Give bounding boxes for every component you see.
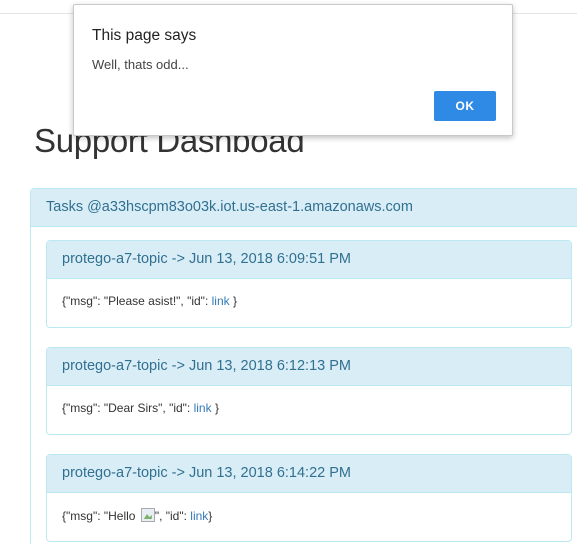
- tasks-panel-heading: Tasks @a33hscpm83o03k.iot.us-east-1.amaz…: [31, 189, 577, 227]
- task-body-text: ", "id":: [154, 509, 191, 523]
- task-body-text: }: [208, 509, 213, 523]
- task-body-text: {"msg": "Dear Sirs", "id":: [62, 401, 194, 415]
- task-heading: protego-a7-topic -> Jun 13, 2018 6:12:13…: [47, 348, 571, 386]
- task-body: {"msg": "Hello ", "id": link}: [47, 493, 571, 523]
- task-body: {"msg": "Please asist!", "id": link }: [47, 279, 571, 308]
- task-body: {"msg": "Dear Sirs", "id": link }: [47, 386, 571, 415]
- task-body-text: }: [229, 294, 237, 308]
- alert-dialog: This page says Well, thats odd... OK: [73, 4, 513, 136]
- dialog-title: This page says: [92, 27, 197, 44]
- task-link[interactable]: link: [194, 401, 212, 415]
- task-item: protego-a7-topic -> Jun 13, 2018 6:09:51…: [46, 240, 572, 328]
- ok-button[interactable]: OK: [434, 91, 496, 121]
- task-heading: protego-a7-topic -> Jun 13, 2018 6:14:22…: [47, 455, 571, 493]
- task-body-text: }: [211, 401, 219, 415]
- task-item: protego-a7-topic -> Jun 13, 2018 6:12:13…: [46, 347, 572, 435]
- dialog-message: Well, thats odd...: [92, 57, 189, 72]
- task-item: protego-a7-topic -> Jun 13, 2018 6:14:22…: [46, 454, 572, 542]
- broken-image-icon: [140, 508, 155, 522]
- task-body-text: {"msg": "Please asist!", "id":: [62, 294, 212, 308]
- task-heading: protego-a7-topic -> Jun 13, 2018 6:09:51…: [47, 241, 571, 279]
- task-link[interactable]: link: [212, 294, 230, 308]
- task-link[interactable]: link: [190, 509, 208, 523]
- task-body-text: {"msg": "Hello: [62, 509, 139, 523]
